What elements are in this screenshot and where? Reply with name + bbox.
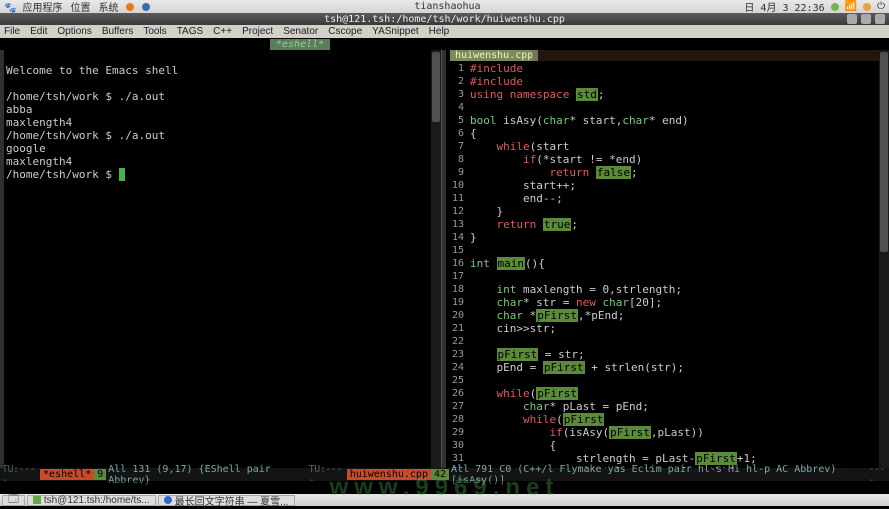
menu-file[interactable]: File (4, 26, 20, 37)
menu-help[interactable]: Help (429, 26, 450, 37)
eshell-buffer[interactable]: Welcome to the Emacs shell /home/tsh/wor… (0, 50, 441, 183)
file-tab-shadow (532, 50, 881, 61)
menu-c++[interactable]: C++ (213, 26, 232, 37)
close-button[interactable] (875, 14, 885, 24)
fringe (0, 50, 4, 468)
menu-yasnippet[interactable]: YASnippet (372, 26, 419, 37)
maximize-button[interactable] (861, 14, 871, 24)
places-menu[interactable]: 位置 (70, 0, 90, 14)
sound-icon[interactable] (863, 3, 871, 11)
firefox-icon[interactable] (126, 3, 134, 11)
code-buffer[interactable]: #include #include using namespace std; b… (470, 62, 889, 468)
clock[interactable]: 日 4月 3 22:36 (744, 0, 824, 14)
show-desktop-button[interactable]: 🗔 (2, 495, 25, 506)
gnome-top-panel: 🐾 应用程序 位置 系统 tianshaohua 日 4月 3 22:36 📶 … (0, 0, 889, 13)
taskbar-item[interactable]: 最长回文字符串 — 夏雪... (158, 495, 295, 506)
scrollbar[interactable] (431, 50, 441, 468)
user-label[interactable]: tianshaohua (414, 1, 480, 12)
scrollbar[interactable] (879, 50, 889, 468)
minimize-button[interactable] (847, 14, 857, 24)
file-tab-cpp[interactable]: huiwenshu.cpp (450, 50, 538, 61)
taskbar-item[interactable]: tsh@121.tsh:/home/ts... (27, 495, 156, 506)
window-title: tsh@121.tsh:/home/tsh/work/huiwenshu.cpp (324, 14, 565, 25)
pane-code[interactable]: huiwenshu.cpp 12345678910111213141516171… (442, 50, 889, 468)
watermark: www.9969.net (0, 481, 889, 494)
menu-buffers[interactable]: Buffers (102, 26, 134, 37)
network-icon[interactable]: 📶 (845, 1, 857, 12)
menu-tags[interactable]: TAGS (177, 26, 203, 37)
menu-project[interactable]: Project (242, 26, 273, 37)
menu-tools[interactable]: Tools (143, 26, 166, 37)
editor-area: Welcome to the Emacs shell /home/tsh/wor… (0, 50, 889, 468)
menu-cscope[interactable]: Cscope (328, 26, 362, 37)
menu-edit[interactable]: Edit (30, 26, 47, 37)
line-number-gutter: 1234567891011121314151617181920212223242… (446, 62, 466, 468)
emacs-menu-bar: File Edit Options Buffers Tools TAGS C++ Projec… (0, 25, 889, 38)
buffer-name-left: *eshell* (40, 469, 94, 480)
emacs-tab-bar: *eshell* (0, 38, 889, 50)
menu-senator[interactable]: Senator (283, 26, 318, 37)
apps-menu[interactable]: 🐾 应用程序 (4, 0, 62, 14)
app-launcher-icon[interactable] (142, 3, 150, 11)
power-icon[interactable]: ⏻ (877, 1, 885, 12)
pane-eshell[interactable]: Welcome to the Emacs shell /home/tsh/wor… (0, 50, 442, 468)
notify-icon[interactable] (831, 3, 839, 11)
tab-eshell[interactable]: *eshell* (270, 39, 330, 50)
menu-options[interactable]: Options (57, 26, 91, 37)
window-title-bar: tsh@121.tsh:/home/tsh/work/huiwenshu.cpp (0, 13, 889, 25)
system-menu[interactable]: 系统 (98, 0, 118, 14)
